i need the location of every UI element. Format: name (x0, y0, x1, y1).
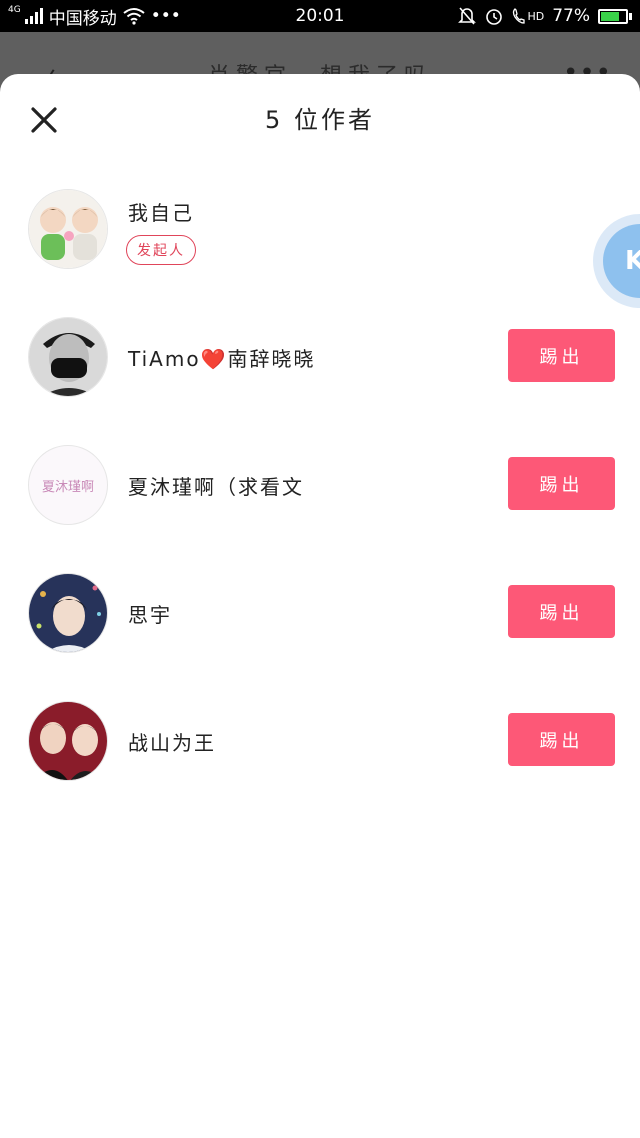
carrier-name: 中国移动 (48, 8, 117, 29)
avatar[interactable] (28, 189, 108, 269)
kick-button[interactable]: 踢出 (508, 329, 615, 382)
name-prefix: TiAmo (128, 347, 201, 371)
name-suffix: 南辞晓晓 (227, 347, 316, 371)
author-name: 夏沐瑾啊（求看文 (128, 475, 304, 499)
author-name: 战山为王 (128, 731, 216, 755)
portrait-image (29, 574, 107, 652)
cartoon-pair-image (29, 190, 107, 268)
status-left: 4G 中国移动 ••• (8, 0, 181, 32)
avatar-text: 夏沐瑾啊 (41, 479, 94, 495)
sheet-title: 5 位作者 (265, 106, 375, 134)
author-name: 我自己 (128, 201, 194, 225)
more-dots: ••• (150, 6, 181, 26)
kick-button[interactable]: 踢出 (508, 713, 615, 766)
authors-sheet: 5 位作者 我自己 发起人 TiAmo❤️南辞晓晓 踢出 夏沐瑾啊 夏沐瑾啊（求… (0, 74, 640, 1138)
bubble-label: K (603, 224, 640, 298)
hd-label: HD (527, 9, 545, 23)
avatar[interactable] (28, 573, 108, 653)
avatar[interactable]: 夏沐瑾啊 (28, 445, 108, 525)
wifi-icon (123, 8, 145, 25)
clock: 20:01 (295, 6, 345, 26)
author-row: 我自己 发起人 (0, 187, 640, 271)
mute-bell-icon (458, 7, 477, 25)
author-row: 战山为王 踢出 (0, 699, 640, 783)
two-people-image (29, 702, 107, 780)
signal-icon (24, 8, 43, 24)
status-bar: 4G 中国移动 ••• 20:01 HD 77% (0, 0, 640, 32)
battery-icon (598, 8, 632, 24)
kick-button[interactable]: 踢出 (508, 585, 615, 638)
hd-call-icon: HD (512, 7, 544, 25)
author-name: TiAmo❤️南辞晓晓 (128, 343, 315, 372)
author-row: 夏沐瑾啊 夏沐瑾啊（求看文 踢出 (0, 443, 640, 527)
battery-percent: 77% (552, 6, 590, 26)
author-row: 思宇 踢出 (0, 571, 640, 655)
alarm-icon (486, 9, 503, 25)
author-name: 思宇 (128, 603, 172, 627)
network-type: 4G (8, 5, 21, 15)
status-right: HD 77% (458, 0, 632, 32)
kick-button[interactable]: 踢出 (508, 457, 615, 510)
avatar[interactable] (28, 317, 108, 397)
author-row: TiAmo❤️南辞晓晓 踢出 (0, 315, 640, 399)
screen: 4G 中国移动 ••• 20:01 HD 77% ••• 5 位作者 我自己 发… (0, 0, 640, 1138)
avatar[interactable] (28, 701, 108, 781)
masked-man-image (29, 318, 107, 396)
heart-emoji: ❤️ (200, 347, 228, 371)
initiator-badge: 发起人 (126, 235, 196, 265)
